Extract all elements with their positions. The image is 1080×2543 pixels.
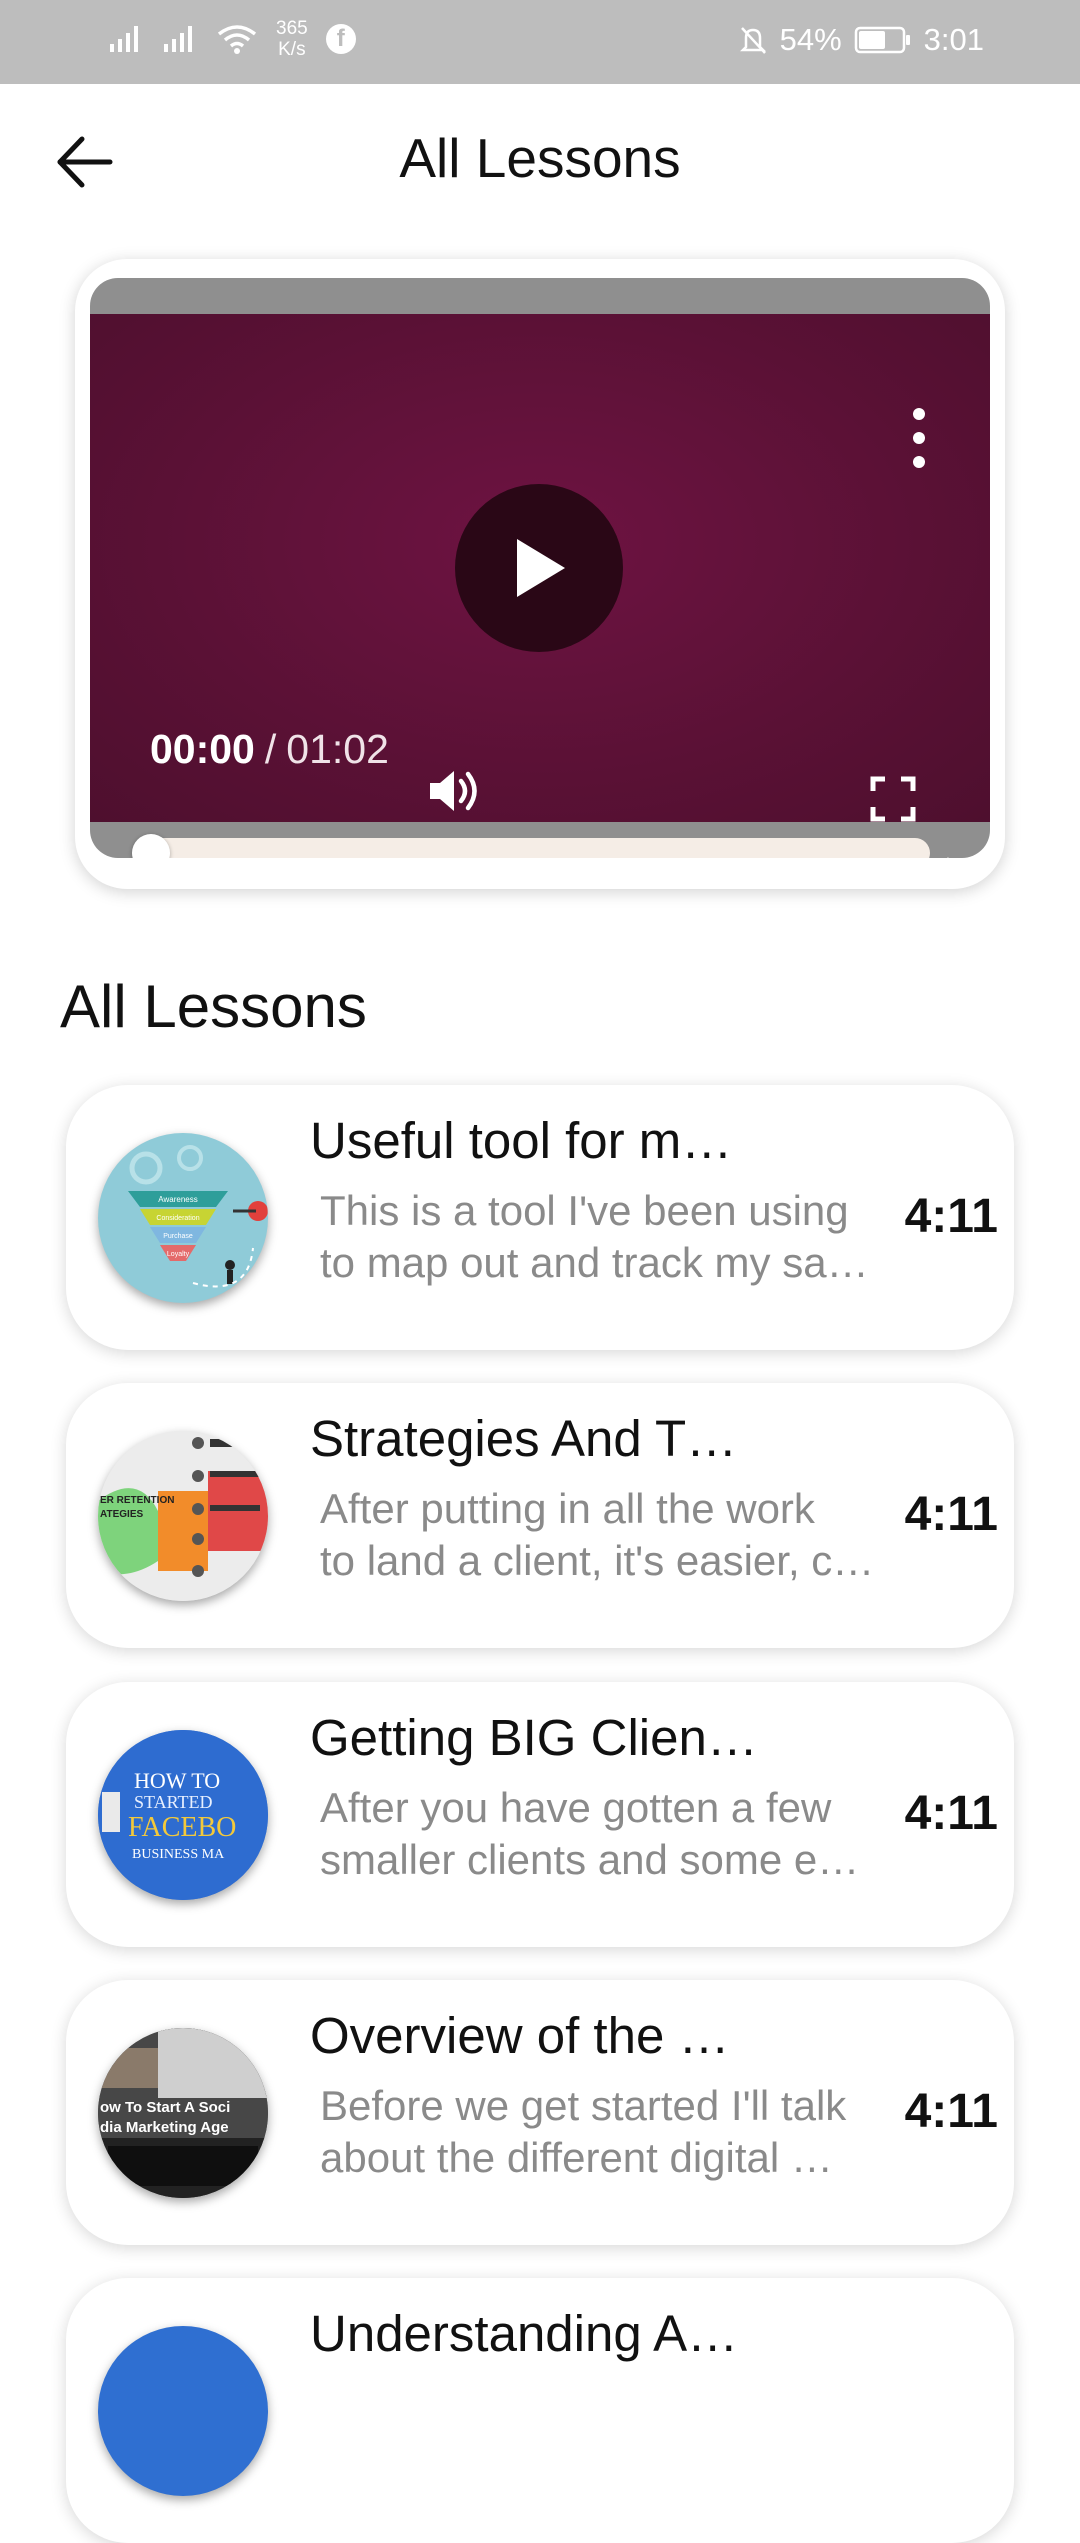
lesson-description: After you have gotten a few smaller clie… — [320, 1782, 900, 1886]
thumb-caption: Loyalty — [167, 1251, 190, 1258]
thumb-caption: ATEGIES — [100, 1509, 143, 1520]
total-time: 01:02 — [286, 726, 389, 772]
thumb-caption: dia Marketing Age — [100, 2119, 229, 2136]
thumb-caption: Purchase — [163, 1233, 193, 1240]
seek-bar[interactable] — [136, 838, 930, 858]
lesson-card[interactable]: HOW TO STARTED FACEBO BUSINESS MA Gettin… — [66, 1682, 1014, 1947]
status-left: 365 K/s f — [108, 18, 356, 60]
wifi-icon — [217, 25, 257, 54]
bell-off-icon — [739, 27, 766, 54]
signal-icon — [164, 26, 192, 52]
volume-button[interactable] — [426, 766, 486, 821]
lesson-thumbnail: ER RETENTION ATEGIES — [98, 1431, 268, 1601]
battery-percent: 54% — [779, 22, 842, 57]
more-vertical-icon — [913, 408, 925, 420]
time-display: 00:00 / 01:02 — [150, 726, 389, 773]
status-right: 54% 3:01 — [738, 22, 984, 58]
lesson-thumbnail: HOW TO STARTED FACEBO BUSINESS MA — [98, 1730, 268, 1900]
video-player-card: 00:00 / 01:02 ud — [75, 259, 1005, 889]
app-header: All Lessons — [0, 84, 1080, 228]
thumb-caption: HOW TO — [134, 1768, 220, 1793]
thumb-caption: STARTED — [134, 1792, 212, 1812]
dot — [913, 432, 925, 444]
lesson-duration: 4:11 — [904, 1488, 998, 1541]
fullscreen-button[interactable] — [870, 776, 916, 827]
battery-icon — [854, 26, 910, 54]
video-frame: 00:00 / 01:02 ud — [90, 278, 990, 858]
udemy-watermark: udemy — [931, 854, 982, 858]
thumb-caption: Awareness — [158, 1195, 197, 1204]
description-line: to map out and track my sa… — [320, 1239, 869, 1286]
lesson-thumbnail: Awareness Consideration Purchase Loyalty — [98, 1133, 268, 1303]
description-line: about the different digital … — [320, 2134, 833, 2181]
lesson-card[interactable]: ER RETENTION ATEGIES Strategies And T… A… — [66, 1383, 1014, 1648]
lesson-duration: 4:11 — [904, 2085, 998, 2138]
clock: 3:01 — [923, 22, 984, 57]
thumb-caption: Consideration — [156, 1215, 199, 1222]
signal-icon — [110, 26, 138, 52]
lesson-title: Getting BIG Clien… — [310, 1709, 758, 1766]
description-line: After you have gotten a few — [320, 1784, 832, 1831]
page-title: All Lessons — [399, 127, 681, 189]
lesson-card[interactable]: ow To Start A Soci dia Marketing Age Ove… — [66, 1980, 1014, 2245]
description-line: After putting in all the work — [320, 1485, 815, 1532]
section-heading: All Lessons — [60, 973, 367, 1040]
description-line: smaller clients and some e… — [320, 1836, 860, 1883]
time-separator: / — [264, 726, 277, 772]
lesson-duration: 4:11 — [904, 1787, 998, 1840]
lesson-thumbnail — [98, 2326, 268, 2496]
status-bar: 365 K/s f 54% 3:01 — [0, 0, 1080, 84]
thumb-caption: ER RETENTION — [100, 1495, 174, 1506]
lesson-description: After putting in all the work to land a … — [320, 1483, 900, 1587]
description-line: to land a client, it's easier, c… — [320, 1537, 875, 1584]
network-speed: 365 K/s — [276, 18, 308, 60]
lesson-description: This is a tool I've been using to map ou… — [320, 1185, 900, 1289]
thumb-caption: BUSINESS MA — [132, 1847, 225, 1862]
dot — [913, 456, 925, 468]
video-surface[interactable]: 00:00 / 01:02 ud — [90, 314, 990, 858]
lesson-title: Useful tool for m… — [310, 1112, 733, 1169]
volume-icon — [430, 771, 477, 811]
lesson-thumbnail: ow To Start A Soci dia Marketing Age — [98, 2028, 268, 2198]
play-icon — [517, 539, 565, 597]
description-line: This is a tool I've been using — [320, 1187, 849, 1234]
lesson-card[interactable]: Understanding A… — [66, 2278, 1014, 2543]
description-line: Before we get started I'll talk — [320, 2082, 847, 2129]
fullscreen-icon — [870, 776, 916, 822]
facebook-icon: f — [325, 24, 356, 54]
speed-unit: K/s — [278, 39, 306, 60]
play-button[interactable] — [455, 484, 623, 652]
lesson-card[interactable]: Awareness Consideration Purchase Loyalty… — [66, 1085, 1014, 1350]
thumb-caption: FACEBO — [128, 1812, 236, 1843]
more-options-button[interactable] — [904, 408, 934, 468]
speed-value: 365 — [276, 18, 308, 39]
lesson-title: Understanding A… — [310, 2305, 739, 2362]
lesson-description: Before we get started I'll talk about th… — [320, 2080, 900, 2184]
current-time: 00:00 — [150, 726, 255, 772]
lesson-title: Overview of the … — [310, 2007, 730, 2064]
lesson-duration: 4:11 — [904, 1190, 998, 1243]
lesson-title: Strategies And T… — [310, 1410, 738, 1467]
thumb-caption: ow To Start A Soci — [100, 2099, 230, 2116]
